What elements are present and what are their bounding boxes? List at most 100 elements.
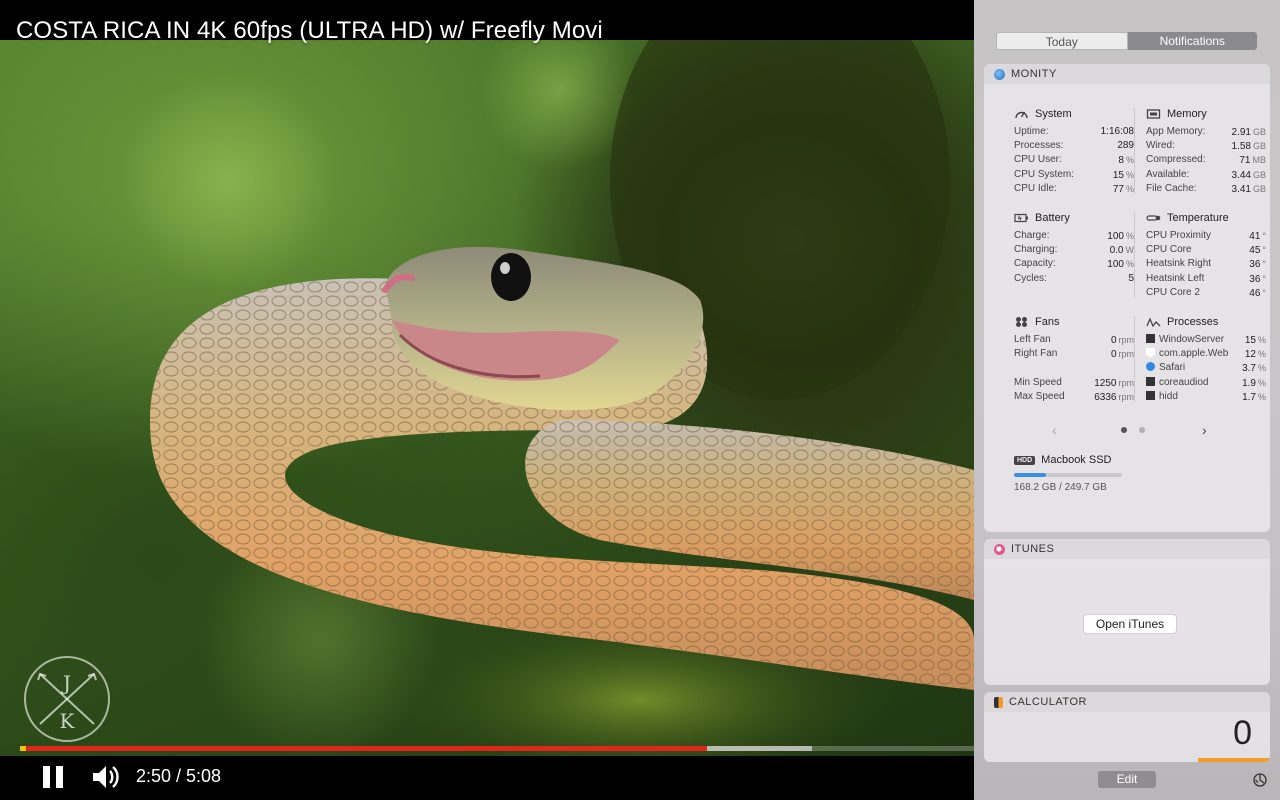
system-row-value-text: 8 xyxy=(1118,155,1124,167)
edit-widgets-button[interactable]: Edit xyxy=(1098,771,1156,788)
disk-usage-bar xyxy=(1014,473,1122,477)
memory-row: File Cache: 3.41 GB xyxy=(1146,182,1266,196)
next-page-button[interactable]: › xyxy=(1202,422,1207,438)
memory-row-label: Compressed: xyxy=(1146,153,1205,167)
processes-row-label-text: coreaudiod xyxy=(1159,376,1209,388)
fans-row-unit: rpm xyxy=(1118,335,1135,345)
system-row-value: 8% xyxy=(1118,153,1134,167)
itunes-app-icon xyxy=(994,543,1005,555)
open-itunes-button[interactable]: Open iTunes xyxy=(1084,615,1176,633)
progress-bar[interactable] xyxy=(22,746,974,751)
memory-row-value-text: 3.41 xyxy=(1231,183,1251,195)
system-row-value-text: 289 xyxy=(1117,140,1134,152)
battery-row-label: Charge: xyxy=(1014,229,1050,243)
temperature-row-label: Heatsink Right xyxy=(1146,257,1211,271)
temperature-row: CPU Proximity 41 ° xyxy=(1146,229,1266,243)
system-row: CPU Idle: 77% xyxy=(1014,182,1134,196)
fans-row-label-text: Min Speed xyxy=(1014,376,1062,388)
fans-row-value: 6336 rpm xyxy=(1094,390,1134,404)
video-player[interactable]: COSTA RICA IN 4K 60fps (ULTRA HD) w/ Fre… xyxy=(0,0,974,800)
processes-row-value-text: 15 xyxy=(1244,335,1256,346)
calculator-widget: CALCULATOR 0 xyxy=(984,692,1270,762)
divider xyxy=(1134,212,1135,298)
tab-today[interactable]: Today xyxy=(996,32,1128,50)
page-dot[interactable] xyxy=(1139,427,1145,433)
memory-row: Compressed: 71 MB xyxy=(1146,153,1266,167)
temperature-row-value: 45 ° xyxy=(1249,243,1266,257)
thermometer-icon xyxy=(1146,212,1161,224)
memory-chip-icon xyxy=(1146,108,1161,120)
tab-notifications[interactable]: Notifications xyxy=(1127,32,1257,50)
volume-button[interactable] xyxy=(90,762,122,792)
battery-row-value-text: 0.0 xyxy=(1109,245,1124,257)
hdd-icon: HDD xyxy=(1014,455,1036,465)
fans-row-value-text: 1250 xyxy=(1094,377,1117,389)
battery-row-unit: % xyxy=(1125,231,1134,241)
temperature-row-value: 46 ° xyxy=(1249,286,1266,300)
processes-row: WindowServer 15% xyxy=(1146,333,1266,347)
memory-row-value: 3.44 GB xyxy=(1232,168,1266,182)
battery-row-value: 100% xyxy=(1107,257,1134,271)
calculator-display: 0 xyxy=(1233,714,1252,752)
video-frame[interactable] xyxy=(0,0,974,760)
window-icon xyxy=(1146,376,1155,386)
temperature-row-unit: ° xyxy=(1262,245,1266,256)
system-row-label-text: Processes: xyxy=(1014,140,1064,152)
monity-app-icon xyxy=(994,68,1005,80)
processes-row-unit: % xyxy=(1257,391,1266,402)
fans-row-label: Right Fan xyxy=(1014,347,1057,361)
nc-tab-bar: Today Notifications xyxy=(996,32,1257,50)
processes-row-value-text: 12 xyxy=(1244,349,1256,361)
itunes-header[interactable]: ITUNES xyxy=(984,539,1270,559)
calculator-title: CALCULATOR xyxy=(1009,696,1087,708)
calculator-header[interactable]: CALCULATOR xyxy=(984,692,1270,712)
channel-logo[interactable]: J K xyxy=(24,656,110,742)
system-row-unit: % xyxy=(1125,169,1134,180)
system-row-value: 77% xyxy=(1113,182,1134,196)
monity-header[interactable]: MONITY xyxy=(984,64,1270,84)
memory-title: Memory xyxy=(1167,108,1207,120)
safari-icon xyxy=(1146,362,1155,372)
nc-settings-button[interactable] xyxy=(1252,772,1268,788)
fans-row-label-text: Max Speed xyxy=(1014,390,1065,402)
processes-row-label-text: Safari xyxy=(1159,362,1186,374)
video-title[interactable]: COSTA RICA IN 4K 60fps (ULTRA HD) w/ Fre… xyxy=(16,17,603,45)
player-controls: 2:50 / 5:08 xyxy=(0,756,974,800)
battery-row-label: Cycles: xyxy=(1014,272,1047,286)
memory-row-unit: GB xyxy=(1252,141,1266,152)
temperature-row-unit: ° xyxy=(1262,259,1266,270)
battery-row-label-text: Charge: xyxy=(1014,230,1050,241)
processes-row-label: WindowServer xyxy=(1146,333,1224,347)
system-row-label: Processes: xyxy=(1014,139,1063,153)
temperature-title: Temperature xyxy=(1167,212,1229,224)
system-row-value-text: 15 xyxy=(1112,169,1124,181)
battery-icon xyxy=(1014,212,1029,224)
memory-row-label: Available: xyxy=(1146,168,1189,182)
battery-row: Capacity: 100% xyxy=(1014,257,1134,271)
temperature-row-label-text: Heatsink Right xyxy=(1146,258,1212,270)
pause-button[interactable] xyxy=(40,764,66,790)
memory-row: App Memory: 2.91 GB xyxy=(1146,125,1266,139)
memory-row-unit: MB xyxy=(1252,155,1267,166)
fans-row-unit: rpm xyxy=(1118,377,1135,388)
memory-row-unit: GB xyxy=(1252,183,1266,194)
previous-page-button[interactable]: ‹ xyxy=(1052,422,1057,438)
fans-row-label: Left Fan xyxy=(1014,333,1051,347)
system-title: System xyxy=(1035,108,1072,120)
system-rows: Uptime: 1:16:08 Processes: 289 CPU User: 8% CP… xyxy=(1014,125,1134,196)
battery-row-label: Charging: xyxy=(1014,243,1057,257)
temperature-row-label-text: CPU Proximity xyxy=(1146,230,1212,241)
memory-row-value: 71 MB xyxy=(1239,153,1266,167)
temperature-row-value-text: 36 xyxy=(1249,259,1261,271)
processes-section: Processes WindowServer 15% com.apple.Web 12… xyxy=(1146,315,1266,404)
fans-row-unit: rpm xyxy=(1118,349,1135,360)
calculator-operator-key[interactable] xyxy=(1198,758,1270,762)
temperature-row-unit: ° xyxy=(1262,273,1266,284)
page-dot-active[interactable] xyxy=(1121,427,1127,433)
memory-row-label-text: App Memory: xyxy=(1146,126,1206,137)
fans-row-label-text: Left Fan xyxy=(1014,334,1051,345)
memory-rows: App Memory: 2.91 GB Wired: 1.58 GB Compressed:… xyxy=(1146,125,1266,196)
system-row-value-text: 1:16:08 xyxy=(1100,126,1134,137)
processes-row: hidd 1.7% xyxy=(1146,390,1266,404)
system-row-label: CPU System: xyxy=(1014,168,1074,182)
